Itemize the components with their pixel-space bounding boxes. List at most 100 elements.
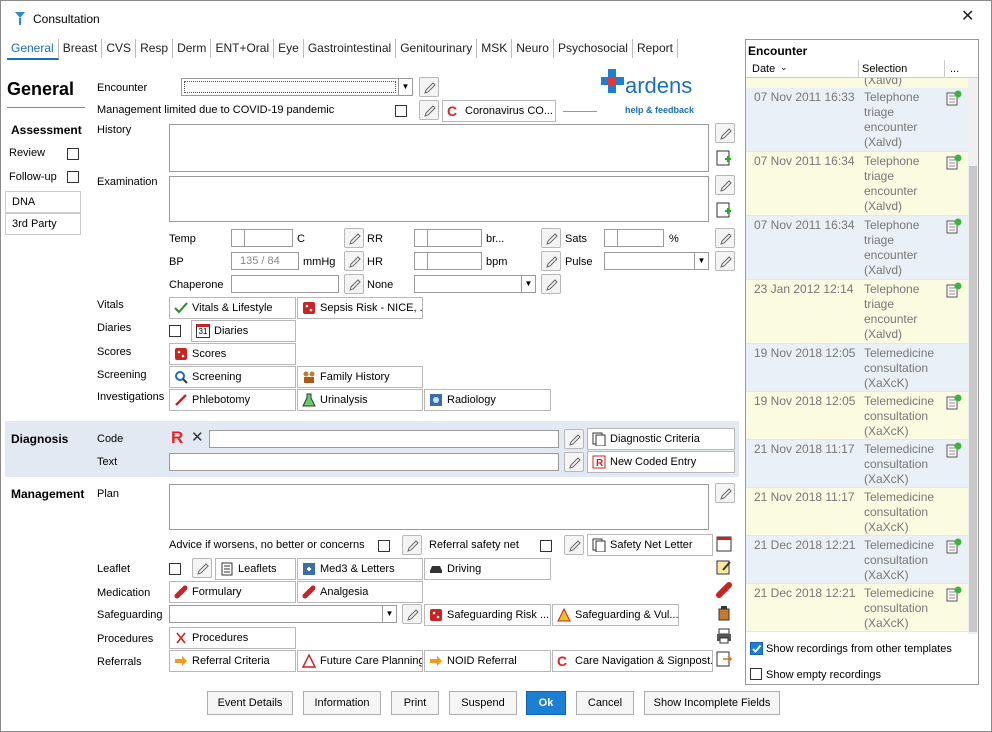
- pencil-icon[interactable]: [715, 251, 735, 271]
- leaflets-button[interactable]: Leaflets: [215, 558, 296, 580]
- review-checkbox[interactable]: [67, 148, 79, 160]
- examination-textarea[interactable]: [169, 176, 709, 222]
- urinalysis-button[interactable]: Urinalysis: [297, 389, 423, 411]
- text-input[interactable]: [169, 453, 559, 471]
- document-flag-icon[interactable]: [946, 586, 962, 602]
- rr-input[interactable]: [414, 229, 482, 247]
- more-column-header[interactable]: ...: [950, 63, 959, 75]
- radiology-button[interactable]: Radiology: [424, 389, 551, 411]
- leaflet-checkbox[interactable]: [169, 563, 181, 575]
- scrollbar-thumb[interactable]: [969, 166, 977, 632]
- medicine-bottle-icon[interactable]: [715, 604, 735, 624]
- pulse-dropdown[interactable]: ▼: [604, 252, 709, 270]
- tab-breast[interactable]: Breast: [59, 39, 103, 58]
- document-flag-icon[interactable]: [946, 282, 962, 298]
- selection-column-header[interactable]: Selection: [862, 63, 907, 75]
- list-item[interactable]: 21 Nov 2018 11:17 Telemedicine consultatio…: [746, 488, 968, 536]
- new-coded-entry-button[interactable]: R New Coded Entry: [587, 451, 735, 473]
- tab-gastrointestinal[interactable]: Gastrointestinal: [304, 39, 397, 58]
- safety-net-checkbox[interactable]: [540, 540, 552, 552]
- print-icon[interactable]: [715, 627, 735, 647]
- r-badge-icon[interactable]: R: [171, 429, 187, 446]
- formulary-button[interactable]: Formulary: [169, 581, 296, 603]
- list-item[interactable]: 07 Nov 2011 16:34 Telephone triage encounte…: [746, 216, 968, 280]
- print-button[interactable]: Print: [391, 691, 439, 715]
- diagnostic-criteria-button[interactable]: Diagnostic Criteria: [587, 428, 735, 450]
- pencil-icon[interactable]: [419, 77, 439, 97]
- tab-neuro[interactable]: Neuro: [512, 39, 554, 58]
- pencil-icon[interactable]: [344, 228, 364, 248]
- tab-resp[interactable]: Resp: [136, 39, 174, 58]
- list-item[interactable]: 23 Jan 2012 12:14 Telephone triage encounte…: [746, 280, 968, 344]
- cancel-button[interactable]: Cancel: [576, 691, 634, 715]
- suspend-button[interactable]: Suspend: [449, 691, 517, 715]
- calendar-icon[interactable]: [715, 535, 735, 555]
- tab-genitourinary[interactable]: Genitourinary: [396, 39, 478, 58]
- vitals-lifestyle-button[interactable]: Vitals & Lifestyle: [169, 297, 296, 319]
- procedures-button[interactable]: Procedures: [169, 627, 296, 649]
- analgesia-button[interactable]: Analgesia: [297, 581, 423, 603]
- list-item[interactable]: 21 Dec 2018 12:21 Telemedicine consultatio…: [746, 536, 968, 584]
- sepsis-risk-button[interactable]: Sepsis Risk - NICE, ...: [297, 297, 423, 319]
- chaperone-input[interactable]: [231, 275, 339, 293]
- pencil-icon[interactable]: [192, 558, 212, 578]
- covid-checkbox[interactable]: [395, 105, 407, 117]
- coronavirus-button[interactable]: C Coronavirus CO...: [442, 100, 556, 122]
- document-flag-icon[interactable]: [946, 218, 962, 234]
- add-document-icon[interactable]: [715, 201, 735, 221]
- scrollbar[interactable]: [968, 78, 978, 634]
- ardens-logo[interactable]: ardens help & feedback: [599, 67, 709, 119]
- chevron-down-icon[interactable]: ⌄: [780, 62, 788, 73]
- tab-eye[interactable]: Eye: [274, 39, 304, 58]
- hr-input[interactable]: [414, 252, 482, 270]
- list-item[interactable]: 19 Nov 2018 12:05 Telemedicine consultatio…: [746, 392, 968, 440]
- care-navigation-button[interactable]: C Care Navigation & Signpost...: [552, 650, 713, 672]
- pencil-icon[interactable]: [564, 535, 584, 555]
- date-column-header[interactable]: Date: [752, 63, 775, 75]
- driving-button[interactable]: Driving: [424, 558, 551, 580]
- tab-general[interactable]: General: [7, 39, 59, 60]
- temp-input[interactable]: [231, 229, 293, 247]
- pencil-icon[interactable]: [715, 483, 735, 503]
- show-other-checkbox[interactable]: [750, 642, 763, 655]
- tab-derm[interactable]: Derm: [173, 39, 212, 58]
- information-button[interactable]: Information: [303, 691, 381, 715]
- pencil-icon[interactable]: [564, 429, 584, 449]
- future-care-planning-button[interactable]: Future Care Planning: [297, 650, 423, 672]
- ok-button[interactable]: Ok: [526, 691, 566, 715]
- list-item[interactable]: 07 Nov 2011 16:34 Telephone triage encounte…: [746, 152, 968, 216]
- med3-letters-button[interactable]: Med3 & Letters: [297, 558, 423, 580]
- chaperone-dropdown[interactable]: ▼: [414, 275, 536, 293]
- pencil-icon[interactable]: [564, 452, 584, 472]
- pencil-icon[interactable]: [715, 175, 735, 195]
- diaries-checkbox[interactable]: [169, 325, 181, 337]
- document-flag-icon[interactable]: [946, 538, 962, 554]
- bp-input[interactable]: 135 / 84: [231, 252, 299, 270]
- tab-psychosocial[interactable]: Psychosocial: [554, 39, 633, 58]
- pencil-icon[interactable]: [715, 228, 735, 248]
- tab-msk[interactable]: MSK: [477, 39, 513, 58]
- show-incomplete-fields-button[interactable]: Show Incomplete Fields: [644, 691, 780, 715]
- edit-note-icon[interactable]: [715, 558, 735, 578]
- pencil-icon[interactable]: [402, 535, 422, 555]
- referral-criteria-button[interactable]: Referral Criteria: [169, 650, 296, 672]
- export-document-icon[interactable]: [715, 650, 735, 670]
- safeguarding-dropdown[interactable]: ▼: [169, 605, 397, 623]
- code-input[interactable]: [209, 430, 559, 448]
- list-item[interactable]: 19 Nov 2018 12:05 Telemedicine consultatio…: [746, 344, 968, 392]
- scores-button[interactable]: Scores: [169, 343, 296, 365]
- tab-report[interactable]: Report: [633, 39, 678, 58]
- noid-referral-button[interactable]: NOID Referral: [424, 650, 551, 672]
- list-item[interactable]: (Xalvd): [746, 78, 968, 88]
- list-item[interactable]: 07 Nov 2011 16:33 Telephone triage encounte…: [746, 88, 968, 152]
- document-flag-icon[interactable]: [946, 90, 962, 106]
- screening-button[interactable]: Screening: [169, 366, 296, 388]
- third-party-button[interactable]: 3rd Party: [5, 213, 81, 235]
- safeguarding-vul-button[interactable]: Safeguarding & Vul...: [552, 604, 679, 626]
- list-item[interactable]: 21 Nov 2018 11:17 Telemedicine consultatio…: [746, 440, 968, 488]
- history-textarea[interactable]: [169, 124, 709, 172]
- tab-cvs[interactable]: CVS: [102, 39, 137, 58]
- pencil-icon[interactable]: [419, 100, 439, 120]
- encounter-dropdown[interactable]: ▼: [181, 78, 413, 96]
- safeguarding-risk-button[interactable]: Safeguarding Risk ...: [424, 604, 551, 626]
